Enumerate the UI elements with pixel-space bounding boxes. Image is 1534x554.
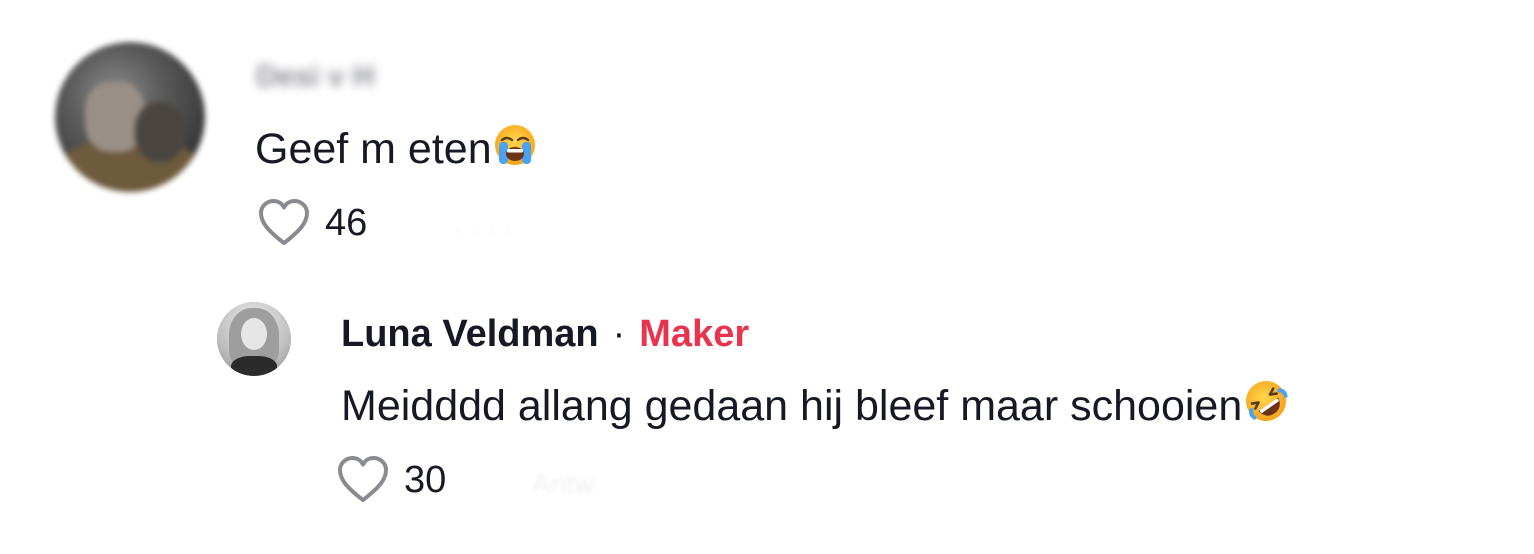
reply-username[interactable]: Luna Veldman — [341, 313, 599, 356]
comment-faint-meta: · · · · — [452, 214, 513, 245]
comment-text: Geef m eten — [255, 123, 537, 175]
creator-badge: Maker — [639, 313, 750, 355]
comment-like-button[interactable]: 46 — [257, 198, 367, 248]
rolling-laughing-emoji-icon — [1243, 378, 1289, 432]
commenter-avatar[interactable] — [55, 42, 205, 192]
reply-like-count: 30 — [404, 459, 447, 501]
commenter-username[interactable]: Desi v H — [256, 60, 374, 94]
reply-header: Luna Veldman · Maker — [341, 313, 749, 356]
reply-like-button[interactable]: 30 — [336, 455, 446, 505]
heart-icon[interactable] — [257, 198, 311, 248]
heart-icon[interactable] — [336, 455, 390, 505]
reply-text-body: Meidddd allang gedaan hij bleef maar sch… — [341, 382, 1243, 430]
loudly-crying-emoji-icon — [493, 123, 537, 175]
comment-text-body: Geef m eten — [255, 125, 492, 173]
comment-like-count: 46 — [325, 202, 368, 244]
reply-faint-meta: Antw — [532, 468, 595, 499]
reply-avatar[interactable] — [217, 302, 291, 376]
reply-text: Meidddd allang gedaan hij bleef maar sch… — [341, 378, 1289, 432]
separator-dot: · — [612, 313, 626, 355]
